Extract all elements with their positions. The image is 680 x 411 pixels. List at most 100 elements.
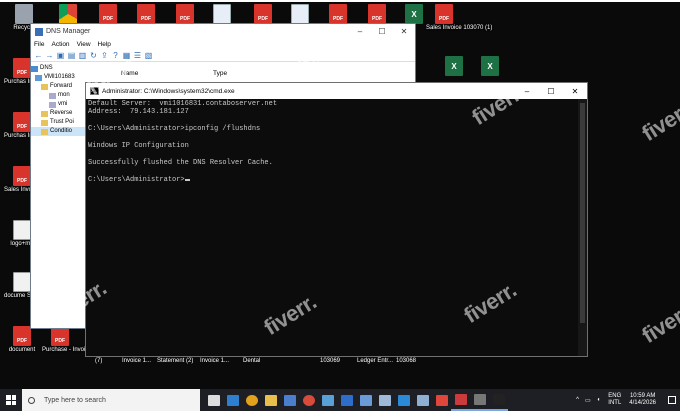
- desktop-icon-pdf[interactable]: PDF: [320, 4, 356, 24]
- mail-icon[interactable]: [337, 389, 356, 411]
- menu-action[interactable]: Action: [51, 41, 69, 48]
- pdf-file-icon: PDF: [99, 4, 117, 24]
- desktop-icon-xls[interactable]: X: [436, 56, 472, 76]
- desktop-icon-label[interactable]: Ledger Entr...: [357, 358, 393, 364]
- dns-column-headers: Name Type: [121, 70, 305, 77]
- cmd-maximize-button[interactable]: ☐: [539, 87, 563, 96]
- search-icon: [28, 396, 35, 404]
- photos-icon[interactable]: [356, 389, 375, 411]
- search-placeholder: Type here to search: [44, 396, 106, 404]
- desktop-icon-pdf[interactable]: PDF: [128, 4, 164, 24]
- dns-titlebar[interactable]: DNS Manager – ☐ ✕: [31, 24, 415, 39]
- cmd-close-button[interactable]: ✕: [563, 87, 587, 96]
- back-icon[interactable]: ←: [34, 51, 43, 60]
- tray-chevron-icon[interactable]: ^: [576, 397, 579, 403]
- desktop-icon-xls[interactable]: X: [472, 56, 508, 76]
- desktop-icon-label[interactable]: Statement (2): [157, 358, 193, 364]
- pdf-file-icon: PDF: [51, 326, 69, 346]
- desktop-icon-pdf[interactable]: PDF Sales Invoice 103070 (1): [426, 4, 492, 32]
- notepad-icon[interactable]: [375, 389, 394, 411]
- start-button[interactable]: [0, 389, 22, 411]
- pdf-file-icon: PDF: [13, 166, 31, 186]
- desktop-icon-pdf[interactable]: PDF: [359, 4, 395, 24]
- anydesk-icon[interactable]: [432, 389, 451, 411]
- volume-icon[interactable]: ◖: [597, 397, 601, 403]
- fiverr-watermark: fiverr.: [637, 297, 680, 349]
- desktop-icon-chrome[interactable]: [50, 4, 86, 24]
- desktop-icon-label[interactable]: Invoice 1...: [200, 358, 229, 364]
- properties-icon[interactable]: ▥: [78, 51, 87, 60]
- app3-icon[interactable]: [451, 389, 470, 411]
- pdf-file-icon: PDF: [13, 112, 31, 132]
- xls-file-icon: X: [445, 56, 463, 76]
- cmd-console[interactable]: Default Server: vmi1016831.contaboserver…: [88, 100, 577, 356]
- forward-icon[interactable]: →: [45, 51, 54, 60]
- cmd-scrollbar[interactable]: [578, 99, 587, 356]
- chrome-file-icon: [59, 4, 77, 24]
- desktop-icon-doc[interactable]: [282, 4, 318, 24]
- desktop-icon-pdf[interactable]: PDF: [167, 4, 203, 24]
- tree-node[interactable]: vmi: [31, 100, 87, 109]
- tree-node[interactable]: Reverse: [31, 109, 87, 118]
- menu-file[interactable]: File: [34, 41, 44, 48]
- pdf-file-icon: PDF: [137, 4, 155, 24]
- minimize-button[interactable]: –: [349, 27, 371, 36]
- edge-icon[interactable]: [223, 389, 242, 411]
- xls-file-icon: X: [405, 4, 423, 24]
- close-button[interactable]: ✕: [393, 27, 415, 36]
- desktop-icon-label[interactable]: Invoice 1...: [122, 358, 151, 364]
- desktop-icon-label[interactable]: Dental: [243, 358, 260, 364]
- tree-node[interactable]: VMI101683: [31, 73, 87, 82]
- language-indicator[interactable]: ENG INTL: [608, 393, 621, 407]
- desktop-icon-label[interactable]: 103068: [396, 358, 416, 364]
- dns-menubar: File Action View Help: [31, 39, 415, 50]
- chrome-icon[interactable]: [242, 389, 261, 411]
- tree-node[interactable]: mon: [31, 91, 87, 100]
- store-icon[interactable]: [280, 389, 299, 411]
- details-icon[interactable]: ▧: [144, 51, 153, 60]
- task-view-icon[interactable]: [204, 389, 223, 411]
- chrome-alt-icon[interactable]: [299, 389, 318, 411]
- tree-node[interactable]: Forward: [31, 82, 87, 91]
- doc-file-icon: [291, 4, 309, 24]
- clock-date: 4/14/2026: [629, 400, 656, 406]
- tree-node[interactable]: DNS: [31, 64, 87, 73]
- desktop-icon-pdf[interactable]: PDF document: [4, 326, 40, 354]
- notifications-icon[interactable]: [668, 396, 676, 404]
- cmd-icon[interactable]: [489, 389, 508, 411]
- menu-view[interactable]: View: [77, 41, 91, 48]
- console-line: Windows IP Configuration: [88, 142, 189, 151]
- app4-icon[interactable]: [470, 389, 489, 411]
- taskbar-search[interactable]: Type here to search: [22, 389, 200, 411]
- refresh-icon[interactable]: ↻: [89, 51, 98, 60]
- menu-help[interactable]: Help: [98, 41, 111, 48]
- tree-node[interactable]: Conditio: [31, 127, 87, 136]
- cmd-window[interactable]: >_ Administrator: C:\Windows\system32\cm…: [85, 82, 588, 357]
- clock[interactable]: 10:59 AM 4/14/2026: [629, 393, 656, 407]
- cmd-title: Administrator: C:\Windows\system32\cmd.e…: [102, 87, 235, 95]
- screen-frame-top: [0, 0, 680, 2]
- app2-icon[interactable]: [413, 389, 432, 411]
- folder-icon[interactable]: ▣: [56, 51, 65, 60]
- desktop-icon-pdf[interactable]: PDF: [90, 4, 126, 24]
- desktop-icon-doc[interactable]: [204, 4, 240, 24]
- desktop-icon-pdf[interactable]: PDF Purchase - Invoice (4): [42, 326, 101, 354]
- vscode-icon[interactable]: [394, 389, 413, 411]
- blank-file-icon: [13, 220, 31, 240]
- scrollbar-thumb[interactable]: [580, 103, 585, 323]
- tree-node[interactable]: Trust Poi: [31, 118, 87, 127]
- maximize-button[interactable]: ☐: [371, 27, 393, 36]
- app-icon[interactable]: [318, 389, 337, 411]
- desktop-icon-pdf[interactable]: PDF: [245, 4, 281, 24]
- export-icon[interactable]: ⇪: [100, 51, 109, 60]
- pane-icon[interactable]: ▤: [67, 51, 76, 60]
- desktop-icon-label[interactable]: 103069: [320, 358, 340, 364]
- console-cursor: [184, 178, 190, 181]
- network-icon[interactable]: ▭: [585, 397, 591, 404]
- language-code: ENG: [608, 393, 622, 399]
- desktop-icon-label[interactable]: (7): [95, 358, 102, 364]
- file-explorer-icon[interactable]: [261, 389, 280, 411]
